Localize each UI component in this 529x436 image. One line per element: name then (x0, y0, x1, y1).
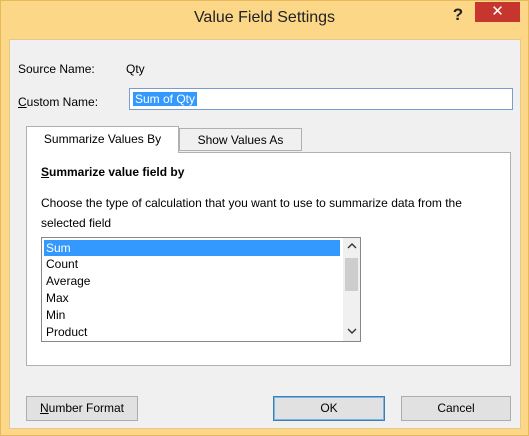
listbox-scrollbar[interactable] (343, 238, 360, 341)
custom-name-text: Sum of Qty (133, 92, 198, 106)
list-item[interactable]: Product (44, 324, 340, 340)
panel-heading: Summarize value field by (41, 165, 185, 179)
custom-name-input[interactable]: Sum of Qty (129, 88, 513, 110)
dialog-window: Value Field Settings ? ✕ Source Name: Qt… (0, 0, 529, 436)
scroll-thumb[interactable] (345, 258, 358, 291)
close-icon: ✕ (491, 3, 504, 20)
list-item[interactable]: Min (44, 307, 340, 323)
panel-description: Choose the type of calculation that you … (41, 196, 462, 230)
cancel-button[interactable]: Cancel (401, 396, 511, 421)
list-item[interactable]: Max (44, 290, 340, 306)
chevron-down-icon[interactable] (343, 324, 360, 341)
custom-name-label: Custom Name: (18, 95, 99, 109)
list-item[interactable]: Count (44, 256, 340, 272)
tab-summarize-values-by[interactable]: Summarize Values By (26, 126, 179, 153)
list-item[interactable]: Sum (44, 240, 340, 256)
source-name-value: Qty (126, 62, 145, 76)
help-button[interactable]: ? (445, 3, 471, 29)
ok-button[interactable]: OK (273, 396, 385, 421)
dialog-body: Source Name: Qty Custom Name: Sum of Qty… (9, 39, 521, 429)
chevron-up-icon[interactable] (343, 238, 360, 255)
tab-show-values-as[interactable]: Show Values As (179, 128, 302, 151)
title-bar[interactable]: Value Field Settings ? ✕ (1, 1, 528, 38)
source-name-label: Source Name: (18, 62, 95, 76)
number-format-button[interactable]: Number Format (26, 396, 138, 421)
list-item[interactable]: Average (44, 273, 340, 289)
calculation-listbox[interactable]: Sum Count Average Max Min Product (41, 237, 361, 342)
close-button[interactable]: ✕ (475, 2, 520, 22)
tab-panel: Summarize value field by Choose the type… (26, 152, 511, 366)
